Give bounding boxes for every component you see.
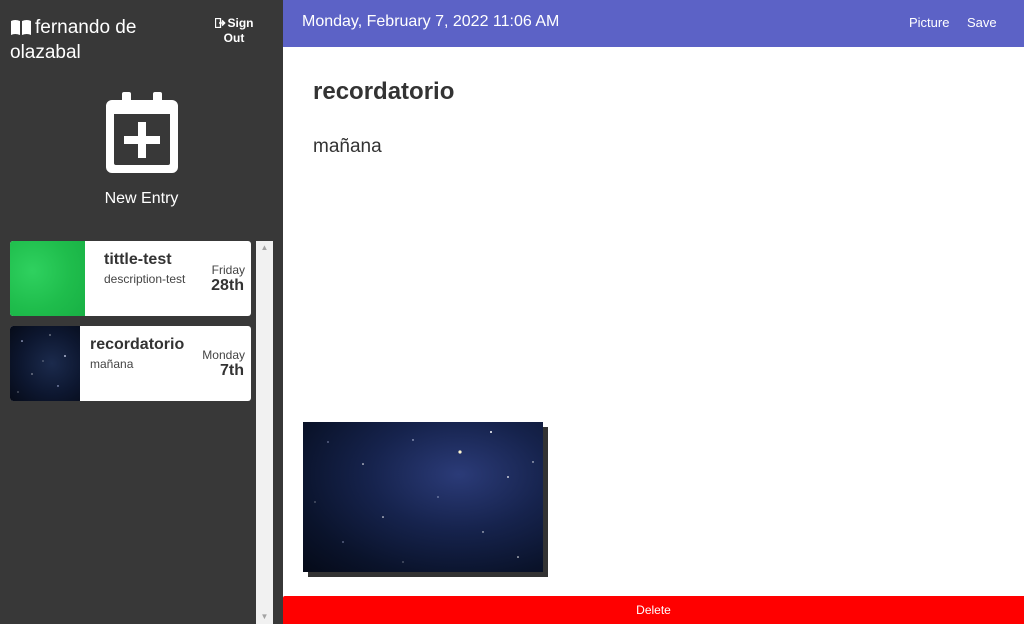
entry-thumbnail (10, 326, 80, 401)
sign-out-button[interactable]: Sign Out (206, 16, 262, 45)
entry-datetime: Monday, February 7, 2022 11:06 AM (302, 13, 560, 30)
save-button[interactable]: Save (967, 15, 997, 30)
entry-card[interactable]: tittle-test description-test Friday 28th (10, 241, 251, 316)
entry-card[interactable]: recordatorio mañana Monday 7th (10, 326, 251, 401)
delete-button[interactable]: Delete (283, 596, 1024, 624)
entry-day: Friday (211, 263, 245, 277)
entry-list: tittle-test description-test Friday 28th… (10, 241, 251, 411)
starfield-image (17, 334, 66, 393)
picture-button[interactable]: Picture (909, 15, 949, 30)
starfield-image (314, 431, 534, 563)
scroll-up-arrow-icon[interactable]: ▲ (256, 241, 273, 255)
entry-date: 28th (211, 277, 244, 294)
entry-date: 7th (220, 362, 244, 379)
sidebar: fernando de olazabal Sign Out New Entry … (0, 0, 283, 624)
entry-title: tittle-test (104, 251, 172, 268)
entry-title-field[interactable]: recordatorio (313, 78, 454, 106)
sign-out-icon (214, 17, 226, 31)
entry-photo (303, 422, 548, 577)
entry-description: description-test (104, 272, 186, 286)
entry-title: recordatorio (90, 336, 185, 353)
entry-photo-image[interactable] (303, 422, 543, 572)
open-book-icon (10, 19, 32, 42)
entry-day: Monday (202, 348, 245, 362)
entry-description: mañana (90, 357, 134, 371)
calendar-plus-icon (105, 92, 178, 173)
new-entry-button[interactable]: New Entry (0, 92, 283, 208)
new-entry-label: New Entry (104, 190, 179, 207)
entry-thumbnail (10, 241, 85, 316)
user-header: fernando de olazabal (10, 17, 210, 64)
entry-list-scrollbar[interactable]: ▲ ▼ (256, 241, 273, 624)
sign-out-label: Sign Out (223, 16, 254, 45)
top-bar: Monday, February 7, 2022 11:06 AM Pictur… (283, 0, 1024, 47)
entry-editor: recordatorio mañana (283, 47, 1024, 596)
entry-body-field[interactable]: mañana (313, 136, 382, 158)
scroll-down-arrow-icon[interactable]: ▼ (256, 610, 273, 624)
